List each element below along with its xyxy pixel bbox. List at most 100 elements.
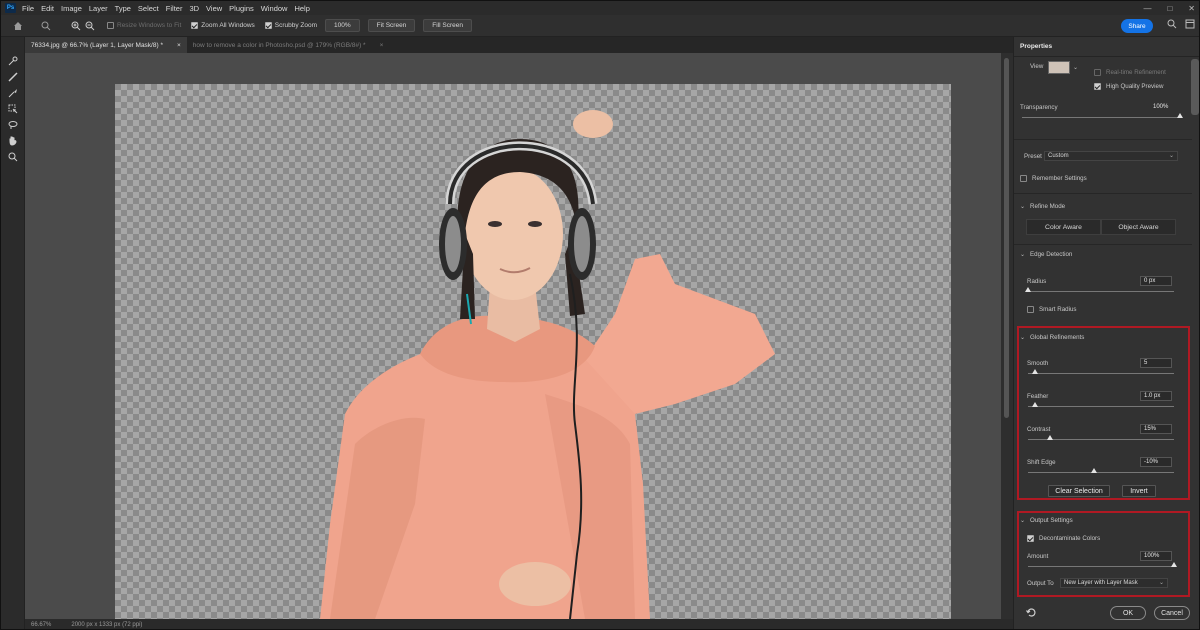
menu-help[interactable]: Help [294,4,309,13]
menu-file[interactable]: File [22,4,34,13]
tab-document-inactive[interactable]: how to remove a color in Photosho.psd @ … [187,37,390,53]
smart-radius-option[interactable]: Smart Radius [1027,306,1076,313]
home-icon[interactable] [11,19,25,33]
menu-3d[interactable]: 3D [189,4,199,13]
cancel-button[interactable]: Cancel [1154,606,1190,620]
zoom-level[interactable]: 66.67% [31,622,51,628]
search-icon[interactable] [1167,19,1177,31]
output-to-dropdown[interactable]: New Layer with Layer Mask ⌄ [1060,578,1168,588]
contrast-slider-handle[interactable] [1046,435,1053,440]
scrubby-zoom-label: Scrubby Zoom [274,22,318,29]
menu-image[interactable]: Image [61,4,82,13]
menu-edit[interactable]: Edit [41,4,54,13]
realtime-refinement-option[interactable]: Real-time Refinement [1094,69,1166,76]
scrubby-zoom-option[interactable]: Scrubby Zoom [264,22,318,29]
reset-icon[interactable] [1026,607,1037,620]
smooth-slider[interactable] [1028,373,1174,374]
resize-windows-checkbox[interactable] [107,22,114,29]
feather-slider-handle[interactable] [1032,402,1039,407]
feather-slider[interactable] [1028,406,1174,407]
maximize-icon[interactable]: □ [1167,4,1172,13]
quick-selection-icon[interactable] [1,53,25,69]
menu-select[interactable]: Select [138,4,159,13]
color-aware-button[interactable]: Color Aware [1026,219,1101,235]
radius-slider-handle[interactable] [1025,287,1031,292]
zoom-out-icon[interactable] [83,19,97,33]
canvas-area[interactable] [25,53,1001,619]
zoom-all-windows-option[interactable]: Zoom All Windows [191,22,255,29]
decontaminate-colors-checkbox[interactable] [1027,535,1034,542]
zoom-100-button[interactable]: 100% [325,19,360,32]
tab-close-icon[interactable]: × [380,42,384,49]
contrast-input[interactable]: 15% [1140,424,1172,434]
amount-input[interactable]: 100% [1140,551,1172,561]
menu-plugins[interactable]: Plugins [229,4,254,13]
object-aware-button[interactable]: Object Aware [1101,219,1176,235]
menu-layer[interactable]: Layer [89,4,108,13]
preset-dropdown[interactable]: Custom ⌄ [1044,151,1178,161]
amount-slider-handle[interactable] [1171,562,1177,567]
remember-settings-option[interactable]: Remember Settings [1020,175,1087,182]
object-selection-icon[interactable] [1,101,25,117]
amount-slider[interactable] [1028,566,1174,567]
clear-selection-button[interactable]: Clear Selection [1048,485,1110,497]
fill-screen-button[interactable]: Fill Screen [423,19,473,32]
fit-screen-button[interactable]: Fit Screen [367,19,416,32]
invert-button[interactable]: Invert [1122,485,1156,497]
high-quality-preview-checkbox[interactable] [1094,83,1101,90]
edge-detection-header[interactable]: ⌄ Edge Detection [1020,251,1072,258]
resize-windows-label: Resize Windows to Fit [117,22,182,29]
smooth-input[interactable]: 5 [1140,358,1172,368]
edge-detection-label: Edge Detection [1030,251,1073,258]
zoom-in-icon[interactable] [69,19,83,33]
panel-scroll-thumb[interactable] [1191,59,1199,115]
feather-input[interactable]: 1.0 px [1140,391,1172,401]
zoom-tool-icon[interactable] [39,19,53,33]
properties-tab[interactable]: Properties [1014,37,1199,57]
tab-document-active[interactable]: 76334.jpg @ 66.7% (Layer 1, Layer Mask/8… [25,37,187,53]
resize-windows-option[interactable]: Resize Windows to Fit [107,22,181,29]
hand-tool-icon[interactable] [1,133,25,149]
menu-filter[interactable]: Filter [166,4,183,13]
shift-edge-slider[interactable] [1028,472,1174,473]
ok-button[interactable]: OK [1110,606,1146,620]
menu-type[interactable]: Type [115,4,131,13]
minimize-icon[interactable]: — [1143,4,1151,13]
decontaminate-colors-option[interactable]: Decontaminate Colors [1027,535,1100,542]
workspace-icon[interactable] [1185,19,1195,31]
view-mode-thumbnail[interactable] [1048,61,1070,74]
refine-edge-brush-icon[interactable] [1,69,25,85]
window-controls: — □ ✕ [1143,1,1195,15]
refine-mode-header[interactable]: ⌄ Refine Mode [1020,203,1065,210]
scrollbar-thumb[interactable] [1004,58,1009,418]
transparency-value[interactable]: 100% [1150,103,1182,113]
share-button[interactable]: Share [1121,19,1153,33]
vertical-scrollbar[interactable] [1001,53,1013,619]
radius-slider[interactable] [1028,291,1174,292]
remember-settings-checkbox[interactable] [1020,175,1027,182]
smart-radius-checkbox[interactable] [1027,306,1034,313]
global-refinements-header[interactable]: ⌄ Global Refinements [1020,334,1084,341]
brush-tool-icon[interactable] [1,85,25,101]
high-quality-preview-option[interactable]: High Quality Preview [1094,83,1163,90]
realtime-refinement-checkbox[interactable] [1094,69,1101,76]
radius-input[interactable]: 0 px [1140,276,1172,286]
shift-edge-input[interactable]: -10% [1140,457,1172,467]
smooth-slider-handle[interactable] [1032,369,1039,374]
shift-edge-slider-handle[interactable] [1090,468,1097,473]
view-dropdown-chevron-icon[interactable]: ⌄ [1073,64,1078,71]
tab-close-icon[interactable]: × [177,42,181,49]
transparency-slider[interactable] [1022,117,1180,118]
scrubby-zoom-checkbox[interactable] [264,22,272,29]
zoom-canvas-icon[interactable] [1,149,25,165]
zoom-all-windows-checkbox[interactable] [191,22,199,29]
lasso-tool-icon[interactable] [1,117,25,133]
zoom-all-windows-label: Zoom All Windows [201,22,255,29]
close-icon[interactable]: ✕ [1188,4,1195,13]
transparency-slider-handle[interactable] [1177,113,1183,118]
menu-window[interactable]: Window [261,4,288,13]
output-settings-header[interactable]: ⌄ Output Settings [1020,517,1073,524]
radius-label: Radius [1027,278,1047,285]
document-canvas[interactable] [115,84,951,619]
menu-view[interactable]: View [206,4,222,13]
